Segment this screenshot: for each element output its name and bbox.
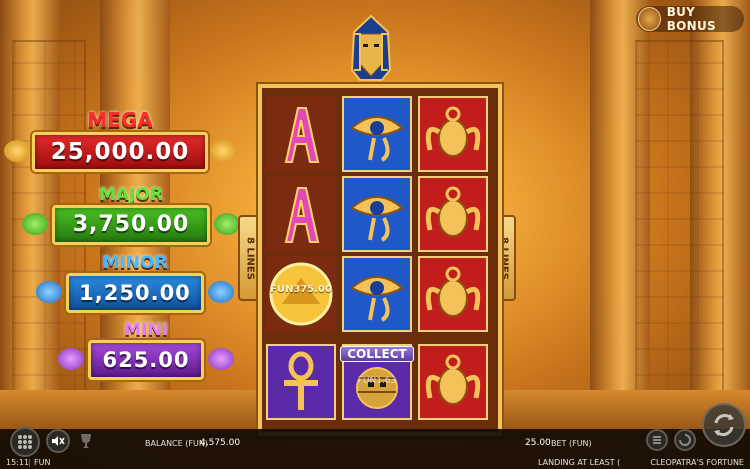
reel-cell xyxy=(418,176,488,252)
jackpot-mini: MINI 625.00 xyxy=(58,320,234,382)
mode-label: FUN xyxy=(34,458,51,467)
bet-label: BET (FUN) xyxy=(551,439,592,448)
spin-arrows-icon xyxy=(714,414,734,436)
hieroglyph-wall-right xyxy=(635,40,724,404)
bonus-coin-icon xyxy=(638,7,661,31)
reel-cell xyxy=(342,176,412,252)
reel-grid: FUN375.00 COLLECT FUN1.63 xyxy=(258,84,502,436)
buy-bonus-button[interactable]: BUY BONUS xyxy=(636,5,744,33)
jackpot-minor: MINOR 1,250.00 xyxy=(36,253,234,315)
wing-icon xyxy=(36,281,62,303)
coin-stack-icon xyxy=(653,436,661,444)
pharaoh-mask-icon xyxy=(350,14,392,81)
reel-cell xyxy=(266,344,336,420)
jackpot-major: MAJOR 3,750.00 xyxy=(22,185,240,247)
jackpot-value: 3,750.00 xyxy=(52,205,210,245)
jackpot-value: 625.00 xyxy=(88,340,204,380)
bet-value: 25.00 xyxy=(525,438,551,448)
eye-of-horus-icon xyxy=(350,116,404,162)
wing-icon xyxy=(58,348,84,370)
jackpot-label: MINOR xyxy=(102,253,168,273)
reel-cell xyxy=(266,176,336,252)
bottom-bar: BALANCE (FUN) 4,575.00 25.00 BET (FUN) 1… xyxy=(0,403,750,469)
balance-value: 4,575.00 xyxy=(200,438,241,448)
ankh-symbol-icon xyxy=(284,351,318,410)
wing-icon xyxy=(208,281,234,303)
menu-button[interactable] xyxy=(10,427,40,457)
reel-cell xyxy=(342,256,412,332)
status-message: LANDING AT LEAST ( xyxy=(538,458,621,467)
balance-label: BALANCE (FUN) xyxy=(145,439,208,448)
game-title: CLEOPATRA'S FORTUNE xyxy=(650,458,744,467)
scarab-symbol-icon xyxy=(425,106,481,157)
trophy-icon xyxy=(81,434,91,448)
jackpot-value: 1,250.00 xyxy=(66,273,204,313)
jackpot-label: MINI xyxy=(124,320,168,340)
separator: | xyxy=(28,458,31,467)
jackpot-mega: MEGA 25,000.00 xyxy=(4,108,236,178)
scarab-symbol-icon xyxy=(425,354,481,405)
reel-cell xyxy=(342,96,412,172)
trophy-button[interactable] xyxy=(76,431,96,451)
bet-settings-button[interactable] xyxy=(646,429,668,451)
buy-bonus-label: BUY BONUS xyxy=(666,5,716,33)
spin-button[interactable] xyxy=(702,403,746,447)
wing-icon xyxy=(210,140,236,162)
grid-menu-icon xyxy=(18,435,32,449)
reel-cell xyxy=(418,256,488,332)
scarab-symbol-icon xyxy=(425,266,481,317)
reel-cell-coin: FUN375.00 xyxy=(266,256,336,332)
reel-cell xyxy=(266,96,336,172)
eye-of-horus-icon xyxy=(350,276,404,322)
sound-button[interactable] xyxy=(46,429,70,453)
collect-value: FUN1.63 xyxy=(357,376,397,386)
reel-cell xyxy=(418,344,488,420)
wing-icon xyxy=(208,348,234,370)
wing-icon xyxy=(4,140,30,162)
reel-cell-collect: COLLECT FUN1.63 xyxy=(340,344,414,420)
scarab-symbol-icon xyxy=(425,186,481,237)
eye-of-horus-icon xyxy=(350,196,404,242)
clock: 15:11 xyxy=(6,458,30,467)
reel-cell xyxy=(418,96,488,172)
collect-label: COLLECT xyxy=(340,346,414,362)
jackpot-label: MAJOR xyxy=(99,185,163,205)
coin-value: FUN375.00 xyxy=(270,284,332,295)
jackpot-label: MEGA xyxy=(87,108,153,132)
wing-icon xyxy=(214,213,240,235)
mute-speaker-icon xyxy=(52,436,65,446)
letter-a-symbol-icon xyxy=(284,187,320,243)
jackpot-value: 25,000.00 xyxy=(32,132,208,172)
autoplay-button[interactable] xyxy=(674,429,696,451)
autoplay-icon xyxy=(679,434,691,446)
wing-icon xyxy=(22,213,48,235)
letter-a-symbol-icon xyxy=(284,107,320,163)
